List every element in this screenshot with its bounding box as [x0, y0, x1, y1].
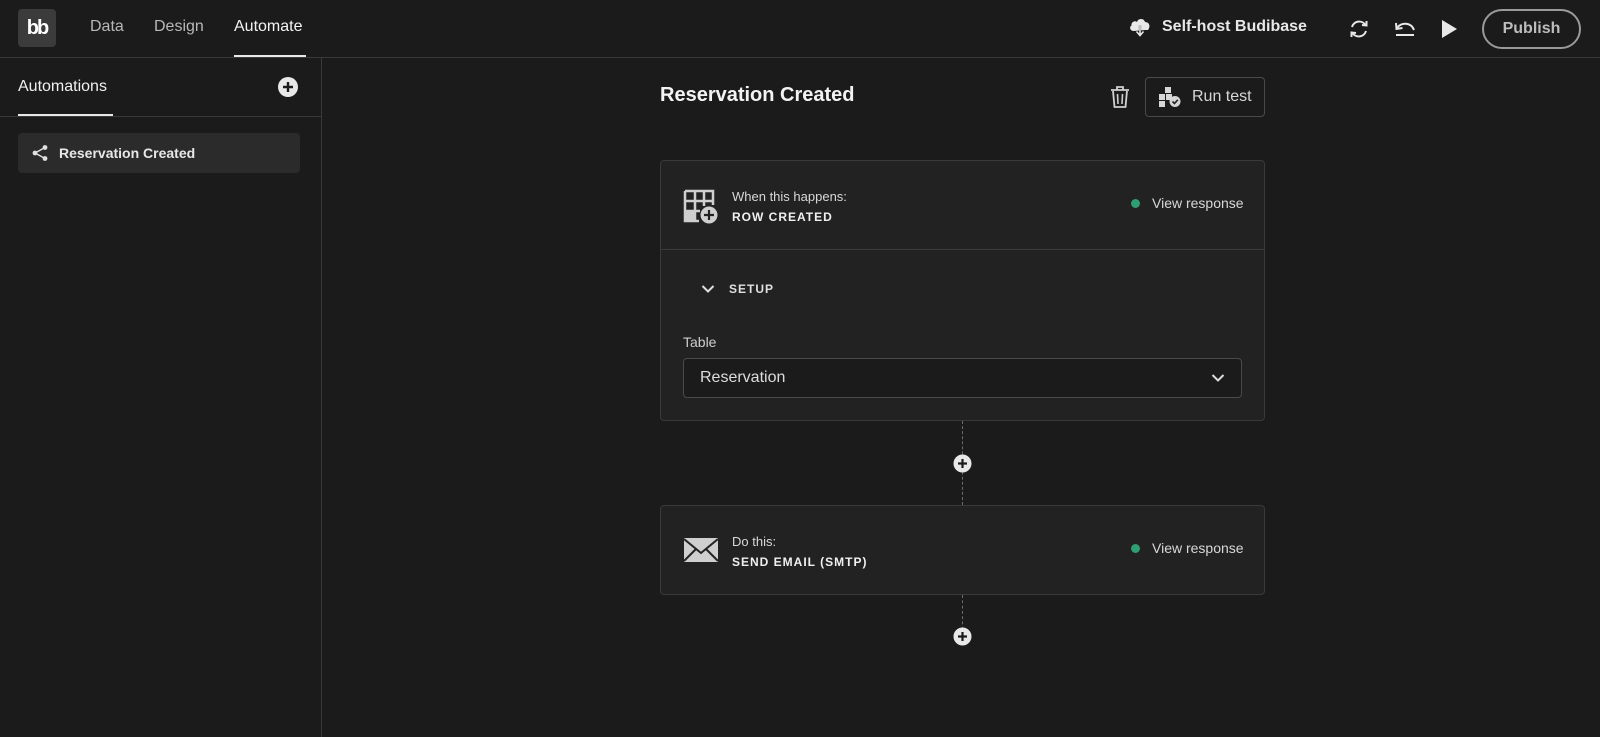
trigger-name: ROW CREATED: [732, 210, 833, 224]
sidebar-item-reservation-created[interactable]: Reservation Created: [18, 133, 300, 173]
cloud-download-icon: [1130, 19, 1150, 38]
self-host-button[interactable]: Self-host Budibase: [1128, 16, 1307, 38]
refresh-icon: [1350, 20, 1368, 38]
tab-automate[interactable]: Automate: [234, 18, 302, 36]
action-card: Do this: SEND EMAIL (SMTP) View response: [660, 505, 1265, 595]
table-add-icon: [683, 189, 718, 224]
tab-data[interactable]: Data: [90, 18, 124, 36]
play-icon: [1442, 20, 1457, 38]
page-title: Reservation Created: [660, 84, 855, 106]
sidebar: Automations Reservation Created: [0, 58, 322, 737]
sidebar-title-underline: [18, 114, 113, 116]
tab-design[interactable]: Design: [154, 18, 204, 36]
action-card-header: Do this: SEND EMAIL (SMTP) View response: [661, 506, 1264, 594]
action-view-response[interactable]: View response: [1131, 540, 1244, 556]
run-test-button[interactable]: Run test: [1145, 77, 1265, 117]
table-select[interactable]: Reservation: [683, 358, 1242, 398]
setup-label: SETUP: [729, 282, 775, 296]
view-response-label: View response: [1152, 540, 1244, 556]
share-icon: [32, 145, 48, 161]
publish-button[interactable]: Publish: [1482, 9, 1581, 49]
trigger-view-response[interactable]: View response: [1131, 195, 1244, 211]
trigger-card-header: When this happens: ROW CREATED View resp…: [661, 161, 1264, 249]
setup-section: SETUP Table Reservation: [661, 249, 1264, 420]
undo-icon: [1395, 22, 1415, 36]
setup-toggle[interactable]: SETUP: [701, 282, 774, 296]
table-select-value: Reservation: [700, 369, 786, 386]
trigger-subtitle: When this happens:: [732, 189, 847, 204]
status-dot: [1131, 198, 1140, 208]
test-data-icon: [1159, 87, 1181, 107]
active-tab-indicator: [234, 55, 306, 57]
sidebar-title[interactable]: Automations: [18, 78, 107, 96]
status-dot: [1131, 543, 1140, 553]
run-test-label: Run test: [1192, 88, 1252, 105]
chevron-down-icon: [1211, 374, 1225, 382]
trash-icon[interactable]: [1109, 85, 1131, 109]
chevron-down-icon: [701, 285, 715, 293]
undo-button[interactable]: [1392, 16, 1418, 42]
add-step-icon[interactable]: [953, 454, 972, 473]
trigger-card: When this happens: ROW CREATED View resp…: [660, 160, 1265, 421]
view-response-label: View response: [1152, 195, 1244, 211]
table-field-label: Table: [683, 334, 717, 350]
add-automation-icon[interactable]: [277, 76, 299, 98]
refresh-button[interactable]: [1346, 16, 1372, 42]
self-host-label: Self-host Budibase: [1162, 18, 1307, 35]
action-name: SEND EMAIL (SMTP): [732, 555, 868, 569]
sidebar-header: Automations: [0, 58, 321, 117]
mail-icon: [683, 538, 719, 562]
action-subtitle: Do this:: [732, 534, 777, 549]
sidebar-item-label: Reservation Created: [59, 145, 196, 161]
preview-button[interactable]: [1436, 16, 1462, 42]
top-bar: bb Data Design Automate Self-host Budiba…: [0, 0, 1600, 58]
add-step-icon[interactable]: [953, 627, 972, 646]
app-logo[interactable]: bb: [18, 9, 56, 47]
